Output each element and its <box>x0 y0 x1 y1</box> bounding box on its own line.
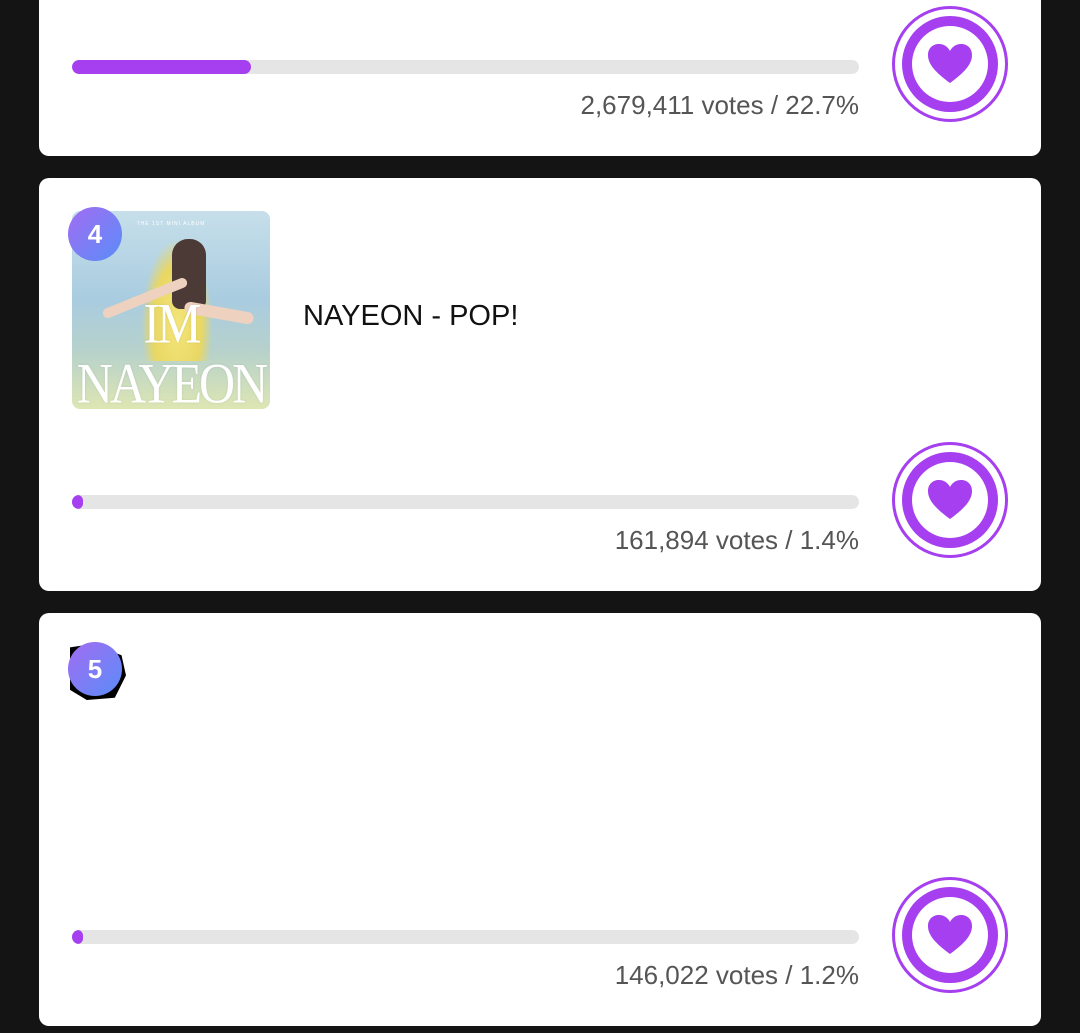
vote-heart-button[interactable] <box>892 6 1008 122</box>
vote-progress-fill <box>72 60 251 74</box>
song-title: NAYEON - POP! <box>303 300 519 332</box>
heart-icon <box>928 44 972 83</box>
vote-heart-button[interactable] <box>892 442 1008 558</box>
vote-progress-fill <box>72 495 84 509</box>
vote-progress-bar <box>72 495 859 509</box>
rank-badge: 4 <box>68 207 122 261</box>
vote-progress-fill <box>72 930 83 944</box>
vote-card-4: 4 THE 1ST MINI ALBUM IM NAYEON NAYEON - … <box>39 178 1041 591</box>
heart-icon <box>928 480 972 519</box>
album-cover-logo: IM NAYEON <box>76 290 269 409</box>
vote-count-text: 161,894 votes / 1.4% <box>614 525 859 555</box>
vote-progress-bar <box>72 930 859 944</box>
heart-icon <box>928 915 972 954</box>
vote-count-text: 146,022 votes / 1.2% <box>614 960 859 990</box>
vote-card-3: 2,679,411 votes / 22.7% <box>39 0 1041 156</box>
rank-badge: 5 <box>68 642 122 696</box>
vote-heart-button[interactable] <box>892 877 1008 993</box>
vote-progress-bar <box>72 60 859 74</box>
vote-count-text: 2,679,411 votes / 22.7% <box>580 90 860 120</box>
vote-card-5: 146,022 votes / 1.2% <box>39 613 1041 1026</box>
